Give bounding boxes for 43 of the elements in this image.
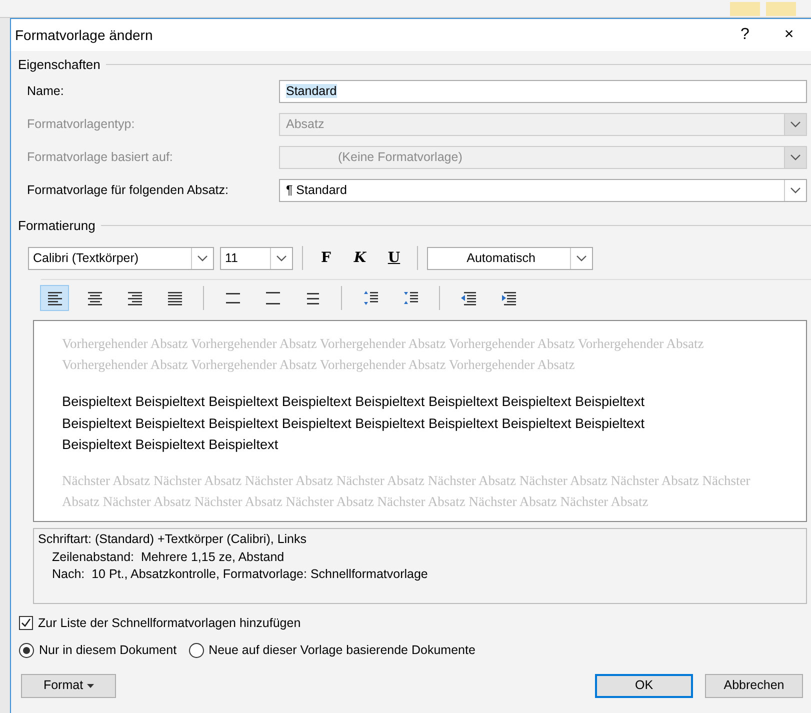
close-button[interactable]: × [767, 23, 811, 47]
checkbox-label: Zur Liste der Schnellformatvorlagen hinzufügen [38, 615, 301, 632]
chevron-down-icon [276, 254, 287, 262]
caret-icon [86, 684, 94, 688]
underline-button[interactable]: U [380, 246, 408, 270]
input-field[interactable]: Standard [279, 80, 807, 102]
radio-label: Neue auf dieser Vorlage basierende Dokumente [208, 642, 476, 659]
space-before-icon [362, 288, 380, 306]
field-label: Formatvorlage für folgenden Absatz: [27, 182, 230, 199]
section-legend: Eigenschaften [18, 55, 100, 74]
ok-button[interactable]: OK [595, 674, 693, 698]
radio-label: Nur in diesem Dokument [39, 642, 177, 659]
align-left-button[interactable] [40, 284, 69, 310]
combo-box[interactable]: ¶ Standard [279, 178, 807, 202]
cancel-button[interactable]: Abbrechen [705, 674, 803, 698]
font-size-combo[interactable]: 11 [220, 246, 293, 270]
preview-sample-text: Beispieltext Beispieltext Beispieltext Beispieltext Beispieltext Beispieltext Beispieltext Beispieltext Beispieltext Beispieltext Beispieltext Beispieltext Beispieltext Beispieltext Beispieltext Beispieltext Beispieltext Beispieltext Beispieltext [62, 393, 646, 454]
radio-button[interactable] [19, 642, 34, 658]
window-title: Formatvorlage ändern [15, 26, 153, 45]
ribbon-style-swatch [730, 2, 760, 16]
font-combo[interactable]: Calibri (Textkörper) [28, 246, 214, 270]
description-line: Schriftart: (Standard) +Textkörper (Calibri), Links [38, 531, 308, 548]
preview-previous-text: Vorhergehender Absatz Vorhergehender Absatz Vorhergehender Absatz Vorhergehender Absatz Vorhergehender Absatz Vorhergehender Absatz Vorhergehender Absatz Vorhergehender Absatz Vorhergehender Absatz [62, 335, 705, 374]
field-label: Formatvorlagentyp: [27, 116, 136, 133]
description-line: Zeilenabstand: Mehrere 1,15 ze, Abstand [51, 548, 286, 566]
chevron-down-icon [790, 186, 801, 194]
chevron-down-icon [790, 120, 801, 128]
preview-next-text: Nächster Absatz Nächster Absatz Nächster Absatz Nächster Absatz Nächster Absatz Nächster Absatz Nächster Absatz Nächster Absatz Nächster Absatz Nächster Absatz Nächster Absatz Nächster Absatz Nächster Absatz Nächster Absatz [62, 472, 752, 510]
format-button[interactable]: Format [21, 674, 116, 698]
description-line: Nach: 10 Pt., Absatzkontrolle, Formatvorlage: Schnellformatvorlage [51, 566, 429, 583]
field-label: Name: [27, 82, 65, 100]
ribbon-style-swatch [766, 2, 796, 16]
chevron-down-icon [197, 254, 208, 262]
chevron-down-icon [576, 254, 587, 262]
bold-button[interactable]: F [312, 246, 340, 270]
chevron-down-icon [790, 154, 801, 160]
italic-button[interactable]: K [346, 246, 374, 270]
help-button[interactable]: ? [723, 23, 767, 47]
radio-button[interactable] [188, 642, 204, 658]
section-legend: Formatierung [18, 216, 96, 235]
font-color-combo[interactable]: Automatisch [427, 246, 593, 270]
field-label: Formatvorlage basiert auf: [27, 148, 174, 166]
checkbox[interactable] [19, 616, 33, 630]
